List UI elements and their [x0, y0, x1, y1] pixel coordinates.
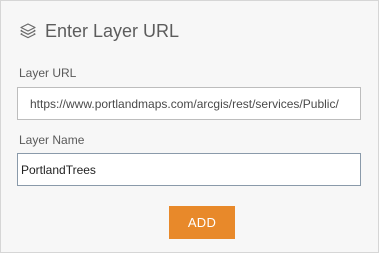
panel-header: Enter Layer URL [19, 19, 179, 43]
layer-url-label: Layer URL [19, 66, 77, 80]
enter-layer-url-panel: Enter Layer URL Layer URL Layer Name ADD [0, 0, 379, 253]
layer-url-input[interactable] [17, 87, 361, 120]
add-button[interactable]: ADD [169, 206, 235, 239]
layer-name-label: Layer Name [19, 133, 85, 147]
page-title: Enter Layer URL [45, 21, 180, 41]
layers-icon [19, 22, 37, 40]
layer-name-input[interactable] [17, 153, 361, 186]
